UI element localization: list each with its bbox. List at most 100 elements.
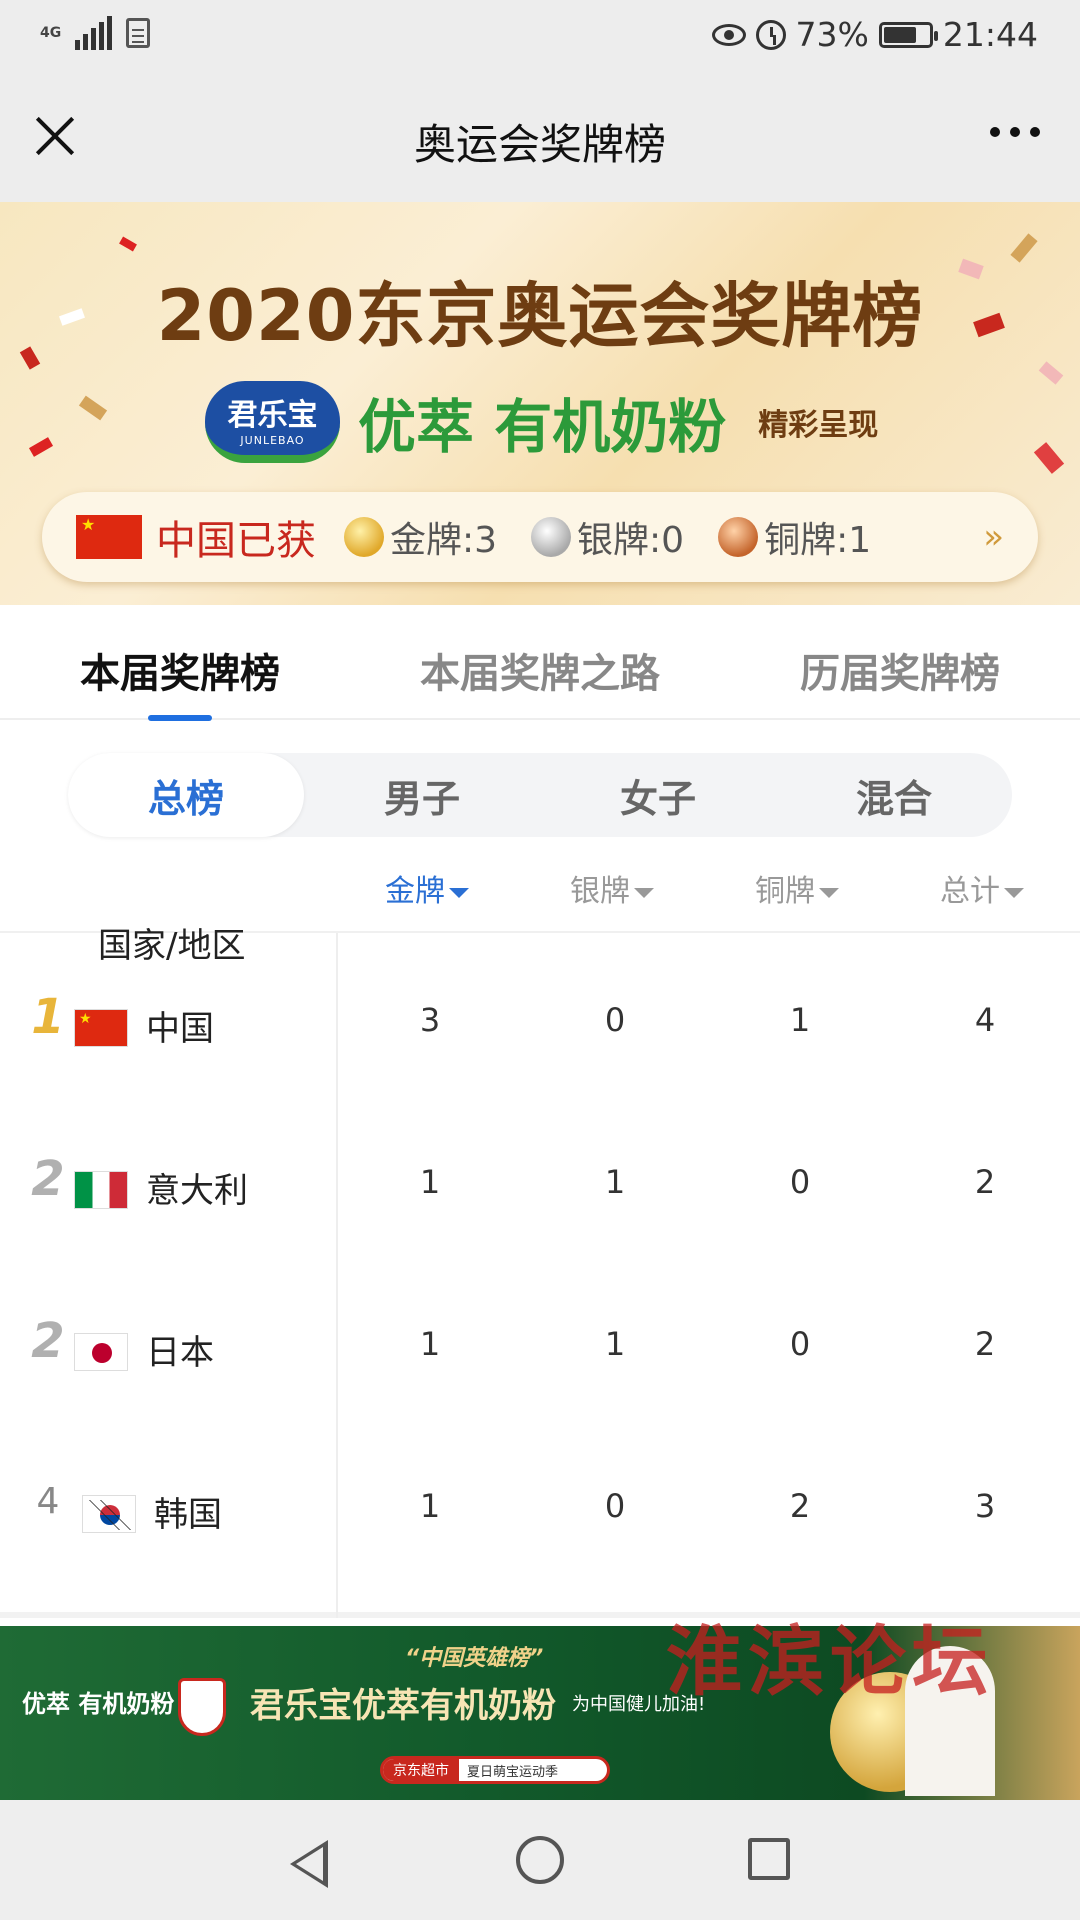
- column-gold-label: 金牌: [385, 874, 445, 909]
- table-header: 国家/地区 金牌 银牌 铜牌 总计: [0, 850, 1080, 966]
- confetti-decoration: [78, 395, 108, 421]
- tab-historical-medal-table[interactable]: 历届奖牌榜: [800, 641, 1000, 699]
- column-total-label: 总计: [940, 874, 1000, 909]
- caret-down-icon: [1004, 887, 1024, 898]
- silver-count: 0: [604, 1487, 626, 1525]
- silver-count: 1: [604, 1163, 626, 1201]
- tab-overall[interactable]: 总榜: [68, 753, 304, 837]
- italy-flag-icon: [74, 1171, 128, 1209]
- japan-flag-icon: [74, 1333, 128, 1371]
- tab-women[interactable]: 女子: [540, 753, 776, 837]
- total-count: 3: [974, 1487, 996, 1525]
- column-gold-sort[interactable]: 金牌: [385, 866, 469, 910]
- rank-badge: 2: [31, 1151, 65, 1207]
- silver-medal-icon: [531, 517, 572, 557]
- caret-down-icon: [449, 887, 469, 898]
- total-count: 2: [974, 1325, 996, 1363]
- brand-logo-text: 君乐宝: [227, 397, 318, 433]
- bronze-count: 1: [789, 1001, 811, 1039]
- bronze-count: 0: [789, 1163, 811, 1201]
- brand-name: 优萃 有机奶粉: [358, 393, 727, 461]
- korea-flag-icon: [82, 1495, 136, 1533]
- column-bronze-label: 铜牌: [755, 874, 815, 909]
- tab-mixed[interactable]: 混合: [776, 753, 1012, 837]
- gold-count: 3: [419, 1001, 441, 1039]
- page-title: 奥运会奖牌榜: [413, 120, 666, 169]
- recent-apps-icon[interactable]: [748, 1838, 790, 1880]
- rank-badge: 2: [31, 1313, 65, 1369]
- category-tabs: 总榜 男子 女子 混合: [68, 753, 1012, 837]
- bronze-count: 2: [789, 1487, 811, 1525]
- gold-count: 1: [419, 1163, 441, 1201]
- rank-badge: 1: [31, 989, 65, 1045]
- status-left: 4G: [40, 16, 151, 50]
- active-tab-indicator: [148, 715, 212, 721]
- gold-count: 1: [419, 1325, 441, 1363]
- ad-search-bar: 京东超市 夏日萌宝运动季: [380, 1756, 610, 1784]
- country-name: 日本: [146, 1333, 214, 1373]
- medal-banner: 2020东京奥运会奖牌榜 君乐宝 JUNLEBAO 优萃 有机奶粉 精彩呈现 中…: [0, 202, 1080, 605]
- shield-badge-icon: [178, 1678, 226, 1736]
- total-count: 4: [974, 1001, 996, 1039]
- table-row[interactable]: 4 韩国 1 0 2 3: [0, 1419, 1080, 1581]
- summary-silver: 银牌:0: [577, 520, 685, 561]
- confetti-decoration: [119, 236, 137, 252]
- column-silver-sort[interactable]: 银牌: [570, 866, 654, 910]
- table-row[interactable]: 1 中国 3 0 1 4: [0, 933, 1080, 1095]
- banner-title: 2020东京奥运会奖牌榜: [156, 275, 924, 357]
- confetti-decoration: [1010, 233, 1038, 263]
- china-medal-summary[interactable]: 中国已获 金牌:3 银牌:0 铜牌:1 »: [42, 492, 1038, 582]
- country-name: 中国: [146, 1009, 214, 1049]
- summary-bronze: 铜牌:1: [764, 520, 872, 561]
- bronze-medal-icon: [718, 517, 759, 557]
- tab-medal-road[interactable]: 本届奖牌之路: [420, 641, 660, 699]
- silver-count: 1: [604, 1325, 626, 1363]
- summary-gold: 金牌:3: [390, 520, 498, 561]
- home-icon[interactable]: [516, 1836, 564, 1884]
- table-row[interactable]: 2 日本 1 1 0 2: [0, 1257, 1080, 1419]
- battery-icon: [878, 21, 938, 48]
- eye-icon: [711, 23, 746, 46]
- signal-icon: [75, 16, 113, 50]
- network-type: 4G: [40, 25, 62, 41]
- column-bronze-sort[interactable]: 铜牌: [755, 866, 839, 910]
- clock: 21:44: [942, 15, 1038, 54]
- total-count: 2: [974, 1163, 996, 1201]
- country-name: 意大利: [146, 1171, 248, 1211]
- ad-search-text: 夏日萌宝运动季: [467, 1764, 559, 1780]
- ad-headline: 君乐宝优萃有机奶粉: [250, 1686, 556, 1726]
- double-chevron-right-icon: »: [983, 517, 1004, 557]
- alarm-icon: [755, 19, 786, 50]
- forum-watermark: 淮滨论坛: [666, 1617, 994, 1706]
- china-flag-icon: [76, 515, 142, 559]
- summary-label: 中国已获: [156, 518, 316, 564]
- confetti-decoration: [1038, 361, 1064, 385]
- ad-shop-label: 京东超市: [383, 1759, 459, 1781]
- country-name: 韩国: [154, 1495, 222, 1535]
- gold-count: 1: [419, 1487, 441, 1525]
- ad-brand: 优萃 有机奶粉: [22, 1690, 175, 1718]
- bronze-count: 0: [789, 1325, 811, 1363]
- system-nav-bar: [0, 1800, 1080, 1920]
- more-icon[interactable]: [990, 127, 1040, 137]
- tab-current-medal-table[interactable]: 本届奖牌榜: [80, 641, 280, 699]
- junlebao-logo: 君乐宝 JUNLEBAO: [205, 381, 340, 463]
- column-total-sort[interactable]: 总计: [940, 866, 1024, 910]
- battery-percent: 73%: [795, 15, 869, 54]
- brand-tagline: 精彩呈现: [758, 408, 879, 443]
- confetti-decoration: [1033, 442, 1065, 474]
- status-bar: 4G 73% 21:44: [0, 0, 1080, 75]
- back-icon[interactable]: [290, 1840, 328, 1888]
- gold-medal-icon: [344, 517, 384, 557]
- china-flag-icon: [74, 1009, 128, 1047]
- ad-quote: “中国英雄榜”: [405, 1646, 544, 1671]
- sponsor-row: 君乐宝 JUNLEBAO 优萃 有机奶粉 精彩呈现: [205, 380, 878, 464]
- caret-down-icon: [819, 887, 839, 898]
- document-icon: [126, 18, 151, 48]
- caret-down-icon: [634, 887, 654, 898]
- medal-table: 1 中国 3 0 1 4 2 意大利 1 1 0 2 2 日本 1 1 0 2 …: [0, 933, 1080, 1618]
- tab-men[interactable]: 男子: [304, 753, 540, 837]
- title-bar: 奥运会奖牌榜: [0, 75, 1080, 202]
- confetti-decoration: [28, 437, 54, 457]
- table-row[interactable]: 2 意大利 1 1 0 2: [0, 1095, 1080, 1257]
